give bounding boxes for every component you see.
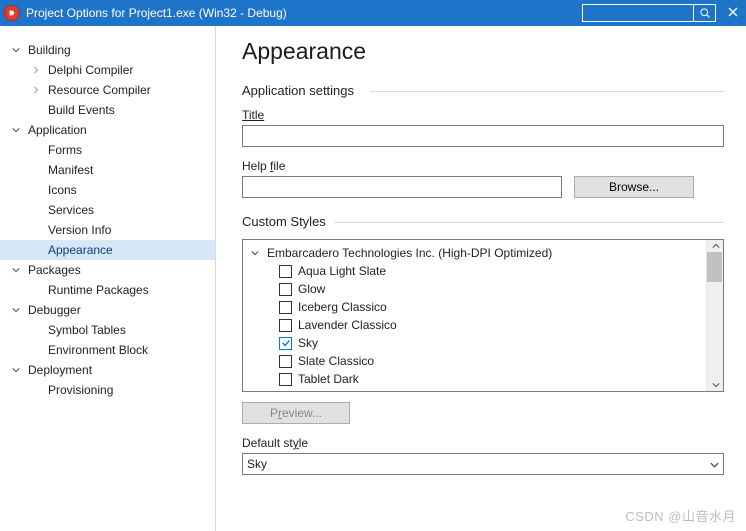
- style-label: Lavender Classico: [298, 318, 397, 332]
- browse-button[interactable]: Browse...: [574, 176, 694, 198]
- title-bar: Project Options for Project1.exe (Win32 …: [0, 0, 746, 26]
- tree-label: Environment Block: [48, 340, 148, 360]
- nav-tree: Building Delphi Compiler Resource Compil…: [0, 26, 216, 531]
- chevron-down-icon: [10, 264, 22, 276]
- tree-node-delphi-compiler[interactable]: Delphi Compiler: [0, 60, 215, 80]
- checkbox-icon[interactable]: [279, 373, 292, 386]
- tree-label: Runtime Packages: [48, 280, 149, 300]
- tree-label: Application: [28, 120, 87, 140]
- tree-label: Provisioning: [48, 380, 113, 400]
- style-item-sky[interactable]: Sky: [245, 334, 721, 352]
- tree-label: Forms: [48, 140, 82, 160]
- checkbox-icon[interactable]: [279, 283, 292, 296]
- style-label: Iceberg Classico: [298, 300, 387, 314]
- chevron-down-icon: [10, 124, 22, 136]
- chevron-down-icon: [10, 364, 22, 376]
- checkbox-icon[interactable]: [279, 265, 292, 278]
- default-style-value: Sky: [247, 457, 267, 471]
- chevron-down-icon: [710, 457, 719, 471]
- section-application-settings: Application settings: [242, 83, 724, 98]
- tree-node-appearance[interactable]: Appearance: [0, 240, 215, 260]
- style-item-tablet-dark[interactable]: Tablet Dark: [245, 370, 721, 388]
- helpfile-input[interactable]: [242, 176, 562, 198]
- chevron-down-icon: [251, 246, 261, 260]
- style-label: Tablet Dark: [298, 372, 359, 386]
- tree-label: Icons: [48, 180, 77, 200]
- styles-group-row[interactable]: Embarcadero Technologies Inc. (High-DPI …: [245, 244, 721, 262]
- tree-node-services[interactable]: Services: [0, 200, 215, 220]
- title-search-box[interactable]: [582, 4, 716, 22]
- style-item-aqua-light-slate[interactable]: Aqua Light Slate: [245, 262, 721, 280]
- page-heading: Appearance: [242, 38, 724, 65]
- default-style-select[interactable]: Sky: [242, 453, 724, 475]
- style-item-lavender-classico[interactable]: Lavender Classico: [245, 316, 721, 334]
- tree-label: Symbol Tables: [48, 320, 126, 340]
- tree-label: Build Events: [48, 100, 115, 120]
- style-label: Glow: [298, 282, 325, 296]
- style-label: Sky: [298, 336, 318, 350]
- chevron-right-icon: [30, 84, 42, 96]
- close-icon[interactable]: [724, 6, 742, 20]
- tree-node-environment-block[interactable]: Environment Block: [0, 340, 215, 360]
- tree-label: Appearance: [48, 240, 113, 260]
- tree-node-deployment[interactable]: Deployment: [0, 360, 215, 380]
- chevron-down-icon: [10, 44, 22, 56]
- tree-node-provisioning[interactable]: Provisioning: [0, 380, 215, 400]
- section-custom-styles: Custom Styles: [242, 214, 724, 229]
- checkbox-checked-icon[interactable]: [279, 337, 292, 350]
- checkbox-icon[interactable]: [279, 355, 292, 368]
- chevron-right-icon: [30, 64, 42, 76]
- window-title: Project Options for Project1.exe (Win32 …: [26, 6, 287, 20]
- tree-label: Services: [48, 200, 94, 220]
- checkbox-icon[interactable]: [279, 301, 292, 314]
- chevron-down-icon: [10, 304, 22, 316]
- style-label: Aqua Light Slate: [298, 264, 386, 278]
- style-item-slate-classico[interactable]: Slate Classico: [245, 352, 721, 370]
- tree-node-packages[interactable]: Packages: [0, 260, 215, 280]
- tree-label: Building: [28, 40, 71, 60]
- tree-node-manifest[interactable]: Manifest: [0, 160, 215, 180]
- tree-label: Deployment: [28, 360, 92, 380]
- helpfile-field-label: Help file: [242, 159, 724, 173]
- tree-node-application[interactable]: Application: [0, 120, 215, 140]
- custom-styles-list[interactable]: Embarcadero Technologies Inc. (High-DPI …: [242, 239, 724, 392]
- search-icon[interactable]: [693, 5, 715, 21]
- tree-node-symbol-tables[interactable]: Symbol Tables: [0, 320, 215, 340]
- tree-label: Resource Compiler: [48, 80, 151, 100]
- scroll-down-icon[interactable]: [707, 379, 724, 391]
- scrollbar[interactable]: [706, 240, 723, 391]
- tree-node-forms[interactable]: Forms: [0, 140, 215, 160]
- tree-node-building[interactable]: Building: [0, 40, 215, 60]
- tree-node-build-events[interactable]: Build Events: [0, 100, 215, 120]
- style-item-iceberg-classico[interactable]: Iceberg Classico: [245, 298, 721, 316]
- style-label: Slate Classico: [298, 354, 374, 368]
- tree-label: Version Info: [48, 220, 111, 240]
- scroll-up-icon[interactable]: [707, 240, 724, 252]
- scroll-thumb[interactable]: [707, 252, 722, 282]
- title-input[interactable]: [242, 125, 724, 147]
- checkbox-icon[interactable]: [279, 319, 292, 332]
- tree-node-debugger[interactable]: Debugger: [0, 300, 215, 320]
- tree-label: Debugger: [28, 300, 81, 320]
- tree-node-resource-compiler[interactable]: Resource Compiler: [0, 80, 215, 100]
- default-style-label: Default style: [242, 436, 724, 450]
- tree-node-version-info[interactable]: Version Info: [0, 220, 215, 240]
- tree-label: Manifest: [48, 160, 93, 180]
- title-search-input[interactable]: [583, 5, 693, 21]
- tree-node-icons[interactable]: Icons: [0, 180, 215, 200]
- content-pane: Appearance Application settings Title He…: [216, 26, 746, 531]
- title-field-label: Title: [242, 108, 724, 122]
- style-item-glow[interactable]: Glow: [245, 280, 721, 298]
- tree-label: Packages: [28, 260, 81, 280]
- tree-label: Delphi Compiler: [48, 60, 133, 80]
- styles-group-label: Embarcadero Technologies Inc. (High-DPI …: [267, 246, 552, 260]
- preview-button[interactable]: Preview...: [242, 402, 350, 424]
- app-icon: [4, 5, 20, 21]
- tree-node-runtime-packages[interactable]: Runtime Packages: [0, 280, 215, 300]
